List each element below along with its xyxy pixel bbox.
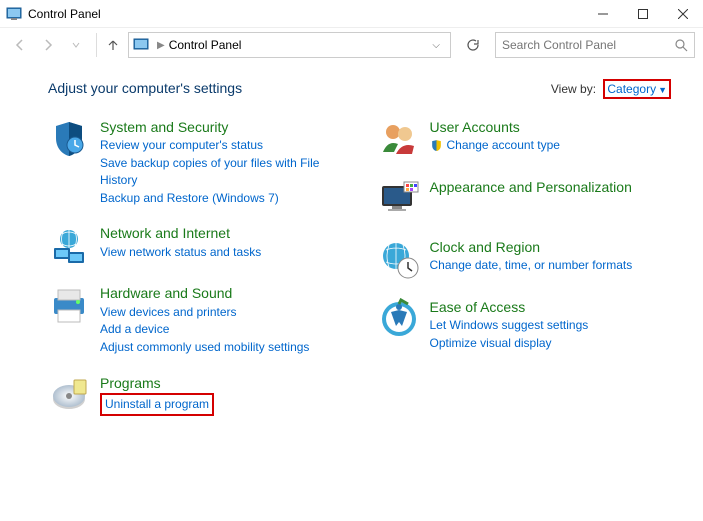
category-link[interactable]: View devices and printers — [100, 304, 309, 321]
view-by-dropdown[interactable]: Category▼ — [603, 79, 671, 99]
uninstall-program-link[interactable]: Uninstall a program — [100, 393, 214, 416]
category-title[interactable]: Programs — [100, 374, 214, 392]
printer-icon — [48, 284, 90, 326]
address-bar[interactable]: ▶ Control Panel ⌵ — [128, 32, 451, 58]
search-box[interactable] — [495, 32, 695, 58]
breadcrumb-text[interactable]: Control Panel — [169, 38, 242, 52]
category-title[interactable]: Clock and Region — [430, 238, 633, 256]
network-icon — [48, 224, 90, 266]
close-button[interactable] — [663, 0, 703, 28]
maximize-button[interactable] — [623, 0, 663, 28]
view-by-label: View by: — [551, 82, 596, 96]
category-link[interactable]: Adjust commonly used mobility settings — [100, 339, 309, 356]
category-link[interactable]: Save backup copies of your files with Fi… — [100, 155, 342, 189]
category-link[interactable]: Let Windows suggest settings — [430, 317, 589, 334]
refresh-button[interactable] — [459, 32, 487, 58]
page-heading: Adjust your computer's settings — [48, 80, 551, 96]
recent-dropdown[interactable] — [64, 33, 88, 57]
minimize-button[interactable] — [583, 0, 623, 28]
category-title[interactable]: Ease of Access — [430, 298, 589, 316]
disc-icon — [48, 374, 90, 416]
view-by: View by: Category▼ — [551, 82, 671, 96]
category-appearance: Appearance and Personalization — [378, 178, 672, 220]
category-link[interactable]: Change account type — [447, 137, 560, 154]
category-title[interactable]: Network and Internet — [100, 224, 261, 242]
category-clock-region: Clock and Region Change date, time, or n… — [378, 238, 672, 280]
uac-shield-icon — [430, 139, 443, 152]
titlebar: Control Panel — [0, 0, 703, 28]
category-link[interactable]: View network status and tasks — [100, 244, 261, 261]
content-area: Adjust your computer's settings View by:… — [0, 62, 703, 434]
category-link[interactable]: Review your computer's status — [100, 137, 342, 154]
category-link[interactable]: Change date, time, or number formats — [430, 257, 633, 274]
users-icon — [378, 118, 420, 160]
category-title[interactable]: Appearance and Personalization — [430, 178, 632, 196]
category-link[interactable]: Add a device — [100, 321, 309, 338]
address-dropdown[interactable]: ⌵ — [426, 40, 446, 51]
shield-icon — [48, 118, 90, 160]
navigation-bar: ▶ Control Panel ⌵ — [0, 28, 703, 62]
right-column: User Accounts Change account type Appear… — [378, 118, 672, 416]
category-title[interactable]: Hardware and Sound — [100, 284, 309, 302]
clock-globe-icon — [378, 238, 420, 280]
category-link[interactable]: Optimize visual display — [430, 335, 589, 352]
category-title[interactable]: User Accounts — [430, 118, 560, 136]
chevron-right-icon: ▶ — [157, 40, 165, 51]
search-icon[interactable] — [675, 39, 688, 52]
window-title: Control Panel — [28, 7, 583, 21]
category-programs: Programs Uninstall a program — [48, 374, 342, 416]
up-button[interactable] — [96, 33, 120, 57]
back-button[interactable] — [8, 33, 32, 57]
window-controls — [583, 0, 703, 28]
category-link[interactable]: Backup and Restore (Windows 7) — [100, 190, 342, 207]
forward-button[interactable] — [36, 33, 60, 57]
category-network-internet: Network and Internet View network status… — [48, 224, 342, 266]
control-panel-crumb-icon — [133, 37, 149, 53]
monitor-icon — [378, 178, 420, 220]
category-system-security: System and Security Review your computer… — [48, 118, 342, 206]
left-column: System and Security Review your computer… — [48, 118, 342, 416]
category-title[interactable]: System and Security — [100, 118, 342, 136]
category-user-accounts: User Accounts Change account type — [378, 118, 672, 160]
category-hardware-sound: Hardware and Sound View devices and prin… — [48, 284, 342, 356]
chevron-down-icon: ▼ — [658, 85, 667, 95]
search-input[interactable] — [502, 38, 675, 52]
category-ease-of-access: Ease of Access Let Windows suggest setti… — [378, 298, 672, 352]
ease-of-access-icon — [378, 298, 420, 340]
control-panel-icon — [6, 6, 22, 22]
